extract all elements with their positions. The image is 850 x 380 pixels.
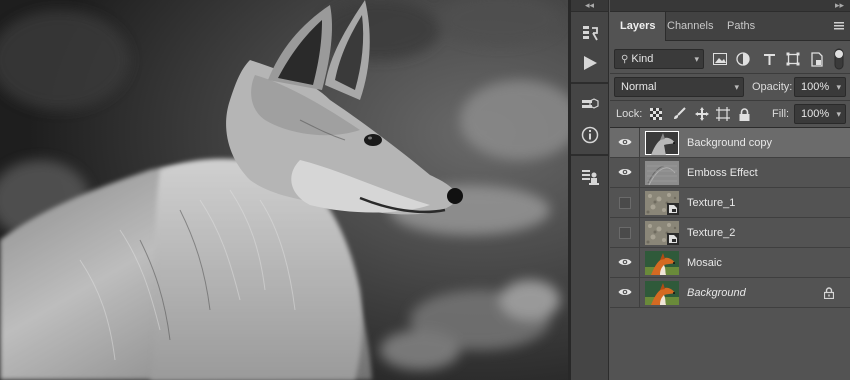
layer-row[interactable]: Mosaic [610,248,850,278]
hidden-visibility-box [618,197,631,209]
collapsed-panels-strip: ◂◂ [571,0,609,380]
layer-thumbnail[interactable] [645,251,679,275]
layer-thumbnail[interactable] [645,281,679,305]
chevron-down-icon: ▾ [734,82,739,92]
layer-row[interactable]: Background copy [610,128,850,158]
chevron-down-icon: ▾ [694,54,699,64]
layer-row[interactable]: Emboss Effect [610,158,850,188]
layer-visibility-toggle[interactable] [610,188,640,218]
layer-name[interactable]: Emboss Effect [687,158,758,188]
3d-cube-icon[interactable] [571,90,609,120]
collapse-panel-button[interactable]: ▸▸ [835,0,844,10]
layer-thumbnail[interactable] [645,131,679,155]
lock-all-icon[interactable] [738,106,750,122]
blend-row: Normal ▾ Opacity: 100% ▾ [610,74,850,100]
filter-smart-object-icon[interactable] [810,51,824,67]
lock-transparent-pixels-icon[interactable] [650,108,662,120]
eye-icon [618,287,632,300]
filter-pixel-icon[interactable] [712,52,728,66]
hidden-visibility-box [618,227,631,239]
history-icon[interactable] [571,18,609,48]
filter-kind-label: Kind [631,53,654,65]
lock-row: Lock: Fill: 100% ▾ [610,101,850,127]
panel-menu-icon[interactable] [834,22,844,30]
layer-visibility-toggle[interactable] [610,218,640,248]
layer-thumbnail[interactable] [645,161,679,186]
layer-name[interactable]: Background [687,278,746,308]
filter-row: ⚲ Kind ▾ [610,45,850,73]
lock-position-icon[interactable] [694,106,710,122]
layers-panel: ▸▸ Layers Channels Paths ⚲ Kind ▾ Normal… [610,0,850,380]
layer-name[interactable]: Texture_1 [687,188,735,218]
eye-icon [618,167,632,180]
filter-type-icon[interactable] [762,52,776,66]
layer-visibility-toggle[interactable] [610,158,640,188]
layer-row[interactable]: Texture_2 [610,218,850,248]
expand-panels-button[interactable]: ◂◂ [571,0,608,12]
info-icon[interactable] [571,120,609,150]
lock-artboard-icon[interactable] [715,106,731,122]
layer-row[interactable]: Texture_1 [610,188,850,218]
clone-source-icon[interactable] [571,162,609,192]
filter-adjustment-icon[interactable] [736,52,750,66]
fill-input[interactable]: 100% ▾ [794,104,846,124]
chevron-down-icon: ▾ [836,82,841,92]
lock-label: Lock: [616,108,643,120]
play-icon[interactable] [571,48,609,78]
lock-icon[interactable] [823,287,835,302]
opacity-label: Opacity: [752,81,793,93]
layer-name[interactable]: Texture_2 [687,218,735,248]
blend-mode-value: Normal [621,81,657,93]
layer-visibility-toggle[interactable] [610,128,640,158]
document-canvas[interactable] [0,0,568,380]
strip-group-2 [571,84,608,156]
fill-label: Fill: [772,108,790,120]
filter-kind-select[interactable]: ⚲ Kind ▾ [614,49,704,69]
layer-thumbnail[interactable] [645,191,679,215]
eye-icon [618,137,632,150]
tab-paths[interactable]: Paths [717,12,765,41]
tab-channels[interactable]: Channels [657,12,723,41]
filter-toggle-switch[interactable] [834,48,844,70]
eye-icon [618,257,632,270]
layer-visibility-toggle[interactable] [610,248,640,278]
layer-name[interactable]: Mosaic [687,248,722,278]
panel-titlebar: ▸▸ [610,0,850,12]
panel-tabs: Layers Channels Paths [610,12,850,41]
chevron-down-icon: ▾ [836,109,841,119]
layer-thumbnail[interactable] [645,221,679,245]
fox-photo [0,0,568,380]
fill-value: 100% [801,108,830,120]
opacity-value: 100% [801,81,830,93]
lock-image-pixels-icon[interactable] [672,107,686,121]
layers-list: Background copy Emboss Effect Texture_1 Tex… [610,128,850,308]
search-icon: ⚲ [621,54,629,65]
layer-row[interactable]: Background [610,278,850,308]
filter-shape-icon[interactable] [786,52,800,66]
layer-name[interactable]: Background copy [687,128,772,158]
blend-mode-select[interactable]: Normal ▾ [614,77,744,97]
opacity-input[interactable]: 100% ▾ [794,77,846,97]
layer-visibility-toggle[interactable] [610,278,640,308]
strip-group-1 [571,12,608,84]
strip-group-3 [571,156,608,196]
